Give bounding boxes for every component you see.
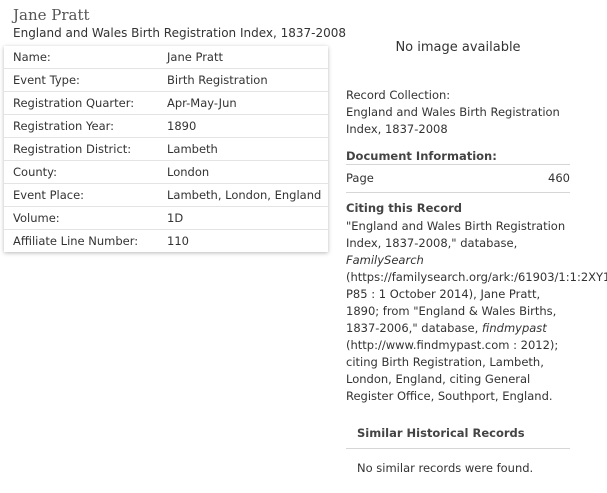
detail-value: London	[167, 165, 210, 179]
detail-value: 1890	[167, 119, 197, 133]
citation-part: (http://www.findmypast.com : 2012); citi…	[346, 338, 559, 403]
no-image-placeholder: No image available	[395, 40, 521, 55]
record-details-table: Name: Jane Pratt Event Type: Birth Registr…	[4, 46, 328, 252]
citing-heading: Citing this Record	[346, 201, 462, 215]
detail-value: Birth Registration	[167, 73, 268, 87]
record-collection-label: Record Collection:	[346, 88, 451, 102]
page-row: Page 460	[346, 171, 570, 185]
detail-row-volume: Volume: 1D	[4, 207, 328, 230]
detail-value: 1D	[167, 211, 184, 225]
citation-text: "England and Wales Birth Registration In…	[346, 218, 607, 405]
record-collection-value: England and Wales Birth Registration Ind…	[346, 105, 560, 136]
citation-part: (https://familysearch.org/ark:/61903/1:1…	[346, 270, 607, 335]
detail-value: Apr-May-Jun	[167, 96, 237, 110]
detail-value: Jane Pratt	[167, 50, 223, 64]
citation-source-familysearch: FamilySearch	[346, 253, 424, 267]
detail-value: Lambeth	[167, 142, 218, 156]
detail-row-event-place: Event Place: Lambeth, London, England	[4, 184, 328, 207]
detail-row-registration-quarter: Registration Quarter: Apr-May-Jun	[4, 92, 328, 115]
detail-label: Event Place:	[13, 188, 85, 202]
detail-row-registration-year: Registration Year: 1890	[4, 115, 328, 138]
detail-label: Registration Year:	[13, 119, 115, 133]
detail-row-registration-district: Registration District: Lambeth	[4, 138, 328, 161]
detail-label: County:	[13, 165, 57, 179]
divider	[346, 448, 570, 449]
detail-label: Name:	[13, 50, 51, 64]
detail-row-event-type: Event Type: Birth Registration	[4, 69, 328, 92]
detail-label: Registration District:	[13, 142, 132, 156]
page-value: 460	[548, 171, 570, 185]
detail-row-name: Name: Jane Pratt	[4, 46, 328, 69]
citation-source-findmypast: findmypast	[481, 321, 547, 335]
detail-label: Event Type:	[13, 73, 80, 87]
divider	[346, 164, 570, 165]
detail-label: Registration Quarter:	[13, 96, 135, 110]
detail-label: Affiliate Line Number:	[13, 234, 139, 248]
document-information-heading: Document Information:	[346, 149, 497, 163]
detail-label: Volume:	[13, 211, 60, 225]
citation-part: "England and Wales Birth Registration In…	[346, 219, 566, 250]
record-title: Jane Pratt	[13, 6, 90, 24]
divider	[346, 192, 570, 193]
detail-row-affiliate-line-number: Affiliate Line Number: 110	[4, 230, 328, 252]
similar-records-heading: Similar Historical Records	[357, 426, 525, 440]
page-label: Page	[346, 171, 374, 185]
detail-value: 110	[167, 234, 189, 248]
similar-records-text: No similar records were found.	[357, 461, 534, 475]
detail-row-county: County: London	[4, 161, 328, 184]
detail-value: Lambeth, London, England	[167, 188, 322, 202]
collection-subtitle: England and Wales Birth Registration Ind…	[13, 26, 347, 40]
